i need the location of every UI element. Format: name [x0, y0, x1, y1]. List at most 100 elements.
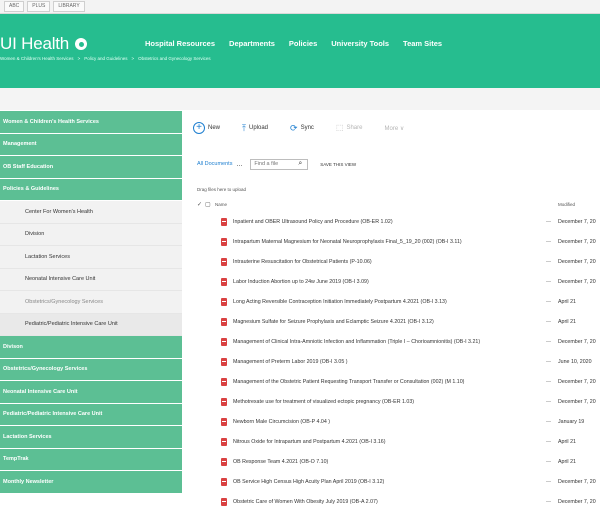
share-icon: ⬚ [335, 123, 344, 132]
row-options-icon[interactable]: — [546, 239, 558, 245]
sidebar-section[interactable]: Obstetrics/Gynecology Services [0, 358, 182, 381]
document-name[interactable]: Long Acting Reversible Contraception Ini… [233, 299, 546, 305]
search-icon[interactable]: ⌕ [298, 160, 302, 168]
row-options-icon[interactable]: — [546, 379, 558, 385]
sidebar-section[interactable]: OB Staff Education [0, 156, 182, 179]
view-options-button[interactable]: ... [236, 161, 242, 168]
pdf-file-icon [221, 378, 227, 386]
sidebar-subitem[interactable]: Pediatric/Pediatric Intensive Care Unit [0, 313, 182, 336]
document-modified: December 7, 20 [558, 239, 596, 245]
table-row[interactable]: Obstetric Care of Women With Obesity Jul… [197, 492, 600, 512]
sidebar-section[interactable]: Neonatal Intensive Care Unit [0, 381, 182, 404]
view-selector[interactable]: All Documents [197, 161, 232, 167]
row-options-icon[interactable]: — [546, 499, 558, 505]
document-name[interactable]: Management of the Obstetric Patient Requ… [233, 379, 546, 385]
document-name[interactable]: Intrapartum Maternal Magnesium for Neona… [233, 239, 546, 245]
table-row[interactable]: Management of Preterm Labor 2019 (OB-I 3… [197, 352, 600, 372]
breadcrumb-separator: > [131, 56, 135, 61]
document-modified: December 7, 20 [558, 499, 596, 505]
brand-logo-icon [75, 38, 88, 50]
document-name[interactable]: Labor Induction Abortion up to 24w June … [233, 279, 546, 285]
nav-university-tools[interactable]: University Tools [331, 39, 389, 48]
pdf-file-icon [221, 318, 227, 326]
sidebar-subitem[interactable]: Division [0, 223, 182, 246]
table-row[interactable]: Magnesium Sulfate for Seizure Prophylaxi… [197, 312, 600, 332]
sidebar-section[interactable]: TempTrak [0, 448, 182, 471]
document-library: + New ⤒ Upload ⟳ Sync ⬚ Share More ∨ All… [193, 111, 600, 521]
table-row[interactable]: Nitrous Oxide for Intrapartum and Postpa… [197, 432, 600, 452]
table-row[interactable]: OB Service High Census High Acuity Plan … [197, 472, 600, 492]
document-name[interactable]: Inpatient and OBER Ultrasound Policy and… [233, 219, 546, 225]
column-modified[interactable]: Modified [558, 202, 600, 207]
row-options-icon[interactable]: — [546, 419, 558, 425]
sidebar-section[interactable]: Management [0, 133, 182, 156]
document-name[interactable]: Methotrexate use for treatment of visual… [233, 399, 546, 405]
share-button[interactable]: ⬚ Share [336, 124, 363, 132]
row-options-icon[interactable]: — [546, 359, 558, 365]
sidebar-section[interactable]: Women & Children's Health Services [0, 111, 182, 134]
breadcrumb-item[interactable]: Obstetrics and Gynecology Services [138, 56, 211, 61]
more-button[interactable]: More ∨ [384, 125, 404, 132]
top-tab[interactable]: ABC [4, 1, 25, 12]
upload-button[interactable]: ⤒ Upload [242, 123, 268, 133]
pdf-file-icon [221, 418, 227, 426]
table-row[interactable]: Management of the Obstetric Patient Requ… [197, 372, 600, 392]
breadcrumb-item[interactable]: Policy and Guidelines [84, 56, 127, 61]
row-options-icon[interactable]: — [546, 219, 558, 225]
breadcrumb-item[interactable]: Women & Children's Health Services [0, 56, 74, 61]
document-modified: December 7, 20 [558, 219, 596, 225]
top-tab[interactable]: LIBRARY [53, 1, 85, 12]
document-name[interactable]: Obstetric Care of Women With Obesity Jul… [233, 499, 546, 505]
row-options-icon[interactable]: — [546, 259, 558, 265]
document-name[interactable]: Nitrous Oxide for Intrapartum and Postpa… [233, 439, 546, 445]
row-options-icon[interactable]: — [546, 339, 558, 345]
table-row[interactable]: Methotrexate use for treatment of visual… [197, 392, 600, 412]
sidebar-section[interactable]: Divison [0, 336, 182, 359]
row-options-icon[interactable]: — [546, 299, 558, 305]
sidebar-section[interactable]: Pediatric/Pediatric Intensive Care Unit [0, 403, 182, 426]
table-row[interactable]: OB Response Team 4.2021 (OB-O 7.10) — Apri… [197, 452, 600, 472]
nav-hospital-resources[interactable]: Hospital Resources [145, 39, 215, 48]
row-options-icon[interactable]: — [546, 279, 558, 285]
sidebar-subitem[interactable]: Center For Women's Health [0, 201, 182, 224]
table-row[interactable]: Intrauterine Resuscitation for Obstetric… [197, 252, 600, 272]
sidebar-subitem[interactable]: Obstetrics/Gynecology Services [0, 291, 182, 314]
table-row[interactable]: Newborn Male Circumcision (OB-P 4.04 ) — J… [197, 412, 600, 432]
document-type-icon: ▢ [205, 201, 211, 208]
top-tab[interactable]: PLUS [27, 1, 51, 12]
table-row[interactable]: Management of Clinical Intra-Amniotic In… [197, 332, 600, 352]
nav-departments[interactable]: Departments [229, 39, 275, 48]
top-navigation: Hospital Resources Departments Policies … [145, 39, 456, 48]
document-name[interactable]: Management of Clinical Intra-Amniotic In… [233, 339, 546, 345]
row-options-icon[interactable]: — [546, 479, 558, 485]
new-button[interactable]: + New [193, 122, 220, 134]
document-name[interactable]: Newborn Male Circumcision (OB-P 4.04 ) [233, 419, 546, 425]
nav-policies[interactable]: Policies [289, 39, 317, 48]
table-row[interactable]: Labor Induction Abortion up to 24w June … [197, 272, 600, 292]
document-name[interactable]: Intrauterine Resuscitation for Obstetric… [233, 259, 546, 265]
sidebar-subitem[interactable]: Neonatal Intensive Care Unit [0, 268, 182, 291]
sidebar-section[interactable]: Monthly Newsletter [0, 471, 182, 494]
save-view-link[interactable]: SAVE THIS VIEW [320, 162, 356, 167]
sidebar-subitem[interactable]: Lactation Services [0, 246, 182, 269]
sync-button[interactable]: ⟳ Sync [290, 123, 314, 133]
sidebar-section[interactable]: Lactation Services [0, 426, 182, 449]
document-name[interactable]: Management of Preterm Labor 2019 (OB-I 3… [233, 359, 546, 365]
table-row[interactable]: Inpatient and OBER Ultrasound Policy and… [197, 212, 600, 232]
table-row[interactable]: Intrapartum Maternal Magnesium for Neona… [197, 232, 600, 252]
row-options-icon[interactable]: — [546, 439, 558, 445]
document-name[interactable]: OB Response Team 4.2021 (OB-O 7.10) [233, 459, 546, 465]
document-name[interactable]: Magnesium Sulfate for Seizure Prophylaxi… [233, 319, 546, 325]
nav-team-sites[interactable]: Team Sites [403, 39, 442, 48]
select-all-check-icon[interactable]: ✓ [197, 201, 205, 208]
sidebar-section[interactable]: Policies & Guidelines [0, 178, 182, 201]
column-name[interactable]: Name [215, 202, 558, 207]
document-modified: April 21 [558, 319, 576, 325]
site-brand[interactable]: UI Health [0, 34, 88, 54]
row-options-icon[interactable]: — [546, 459, 558, 465]
row-options-icon[interactable]: — [546, 399, 558, 405]
document-name[interactable]: OB Service High Census High Acuity Plan … [233, 479, 546, 485]
table-row[interactable]: Long Acting Reversible Contraception Ini… [197, 292, 600, 312]
row-options-icon[interactable]: — [546, 319, 558, 325]
document-list: Inpatient and OBER Ultrasound Policy and… [197, 212, 600, 512]
